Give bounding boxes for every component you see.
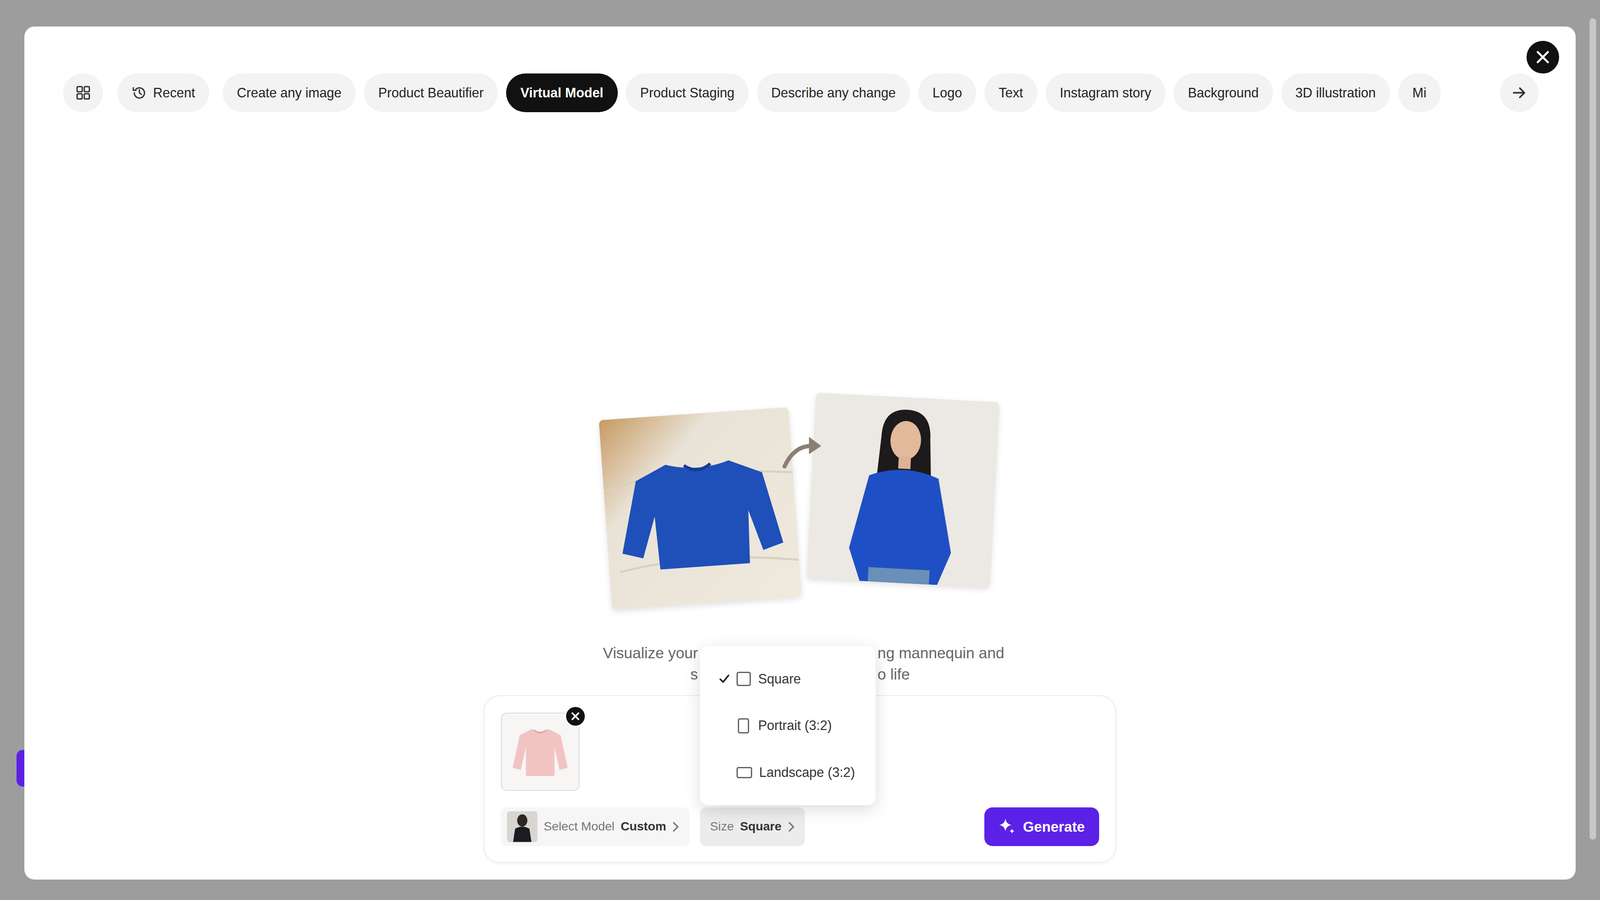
- size-button[interactable]: Size Square: [700, 807, 806, 847]
- tab[interactable]: Recent: [117, 73, 210, 113]
- transform-arrow: [780, 431, 828, 473]
- main-area: Visualize your ng mannequin and s o life Se…: [24, 112, 1576, 880]
- model-label: Select Model: [543, 817, 615, 836]
- tab-label: Describe any change: [771, 83, 897, 104]
- size-option-label: Square: [758, 669, 801, 690]
- tab-label: Product Beautifier: [378, 83, 484, 104]
- chevron-right-icon: [672, 821, 680, 832]
- scrollbar-thumb[interactable]: [1589, 18, 1596, 840]
- prompt-area: Select Model Custom Size Square Generate Squ…: [483, 695, 1117, 864]
- size-option-label: Portrait (3:2): [758, 715, 833, 736]
- close-icon: [1535, 50, 1550, 65]
- size-option-label: Landscape (3:2): [759, 762, 855, 783]
- tab[interactable]: Create any image: [222, 73, 356, 113]
- size-value: Square: [740, 817, 782, 836]
- sweater-on-bed-icon: [598, 407, 802, 610]
- tab[interactable]: Instagram story: [1045, 73, 1166, 113]
- sweater-photo: [598, 407, 802, 610]
- description-text: ng mannequin and: [877, 642, 1117, 664]
- arrow-right-icon: [1512, 85, 1527, 100]
- grid-button[interactable]: [63, 73, 104, 113]
- square-shape-icon: [736, 671, 751, 687]
- generate-button[interactable]: Generate: [984, 807, 1100, 847]
- curved-arrow-icon: [780, 431, 828, 473]
- scrollbar[interactable]: [1587, 3, 1598, 896]
- history-icon: [131, 85, 147, 101]
- sparkle-icon-svg: [998, 817, 1016, 836]
- prompt-toolbar: Select Model Custom Size Square Generate: [500, 807, 1100, 847]
- tab-fade: [1453, 73, 1539, 113]
- portrait-shape-icon: [737, 718, 750, 734]
- remove-image-button[interactable]: [564, 705, 587, 728]
- tab-bar: Recent Create any image Product Beautifier…: [63, 73, 1539, 113]
- uploaded-image[interactable]: [500, 712, 580, 792]
- check-icon-svg: [718, 672, 731, 685]
- description-text: Visualize your: [483, 642, 698, 664]
- tab-label: Logo: [932, 83, 963, 104]
- pink-sweater-icon: [509, 720, 571, 783]
- chevron-right-icon-svg: [672, 821, 680, 832]
- hero-illustration: [605, 395, 996, 618]
- woman-in-sweater-icon: [806, 392, 1000, 588]
- size-option[interactable]: Square: [700, 655, 876, 703]
- description-text: o life: [877, 663, 1117, 685]
- size-option[interactable]: Portrait (3:2): [700, 702, 876, 750]
- tab[interactable]: Text: [984, 73, 1038, 113]
- landscape-shape-icon: [736, 766, 752, 779]
- scroll-right-button[interactable]: [1500, 73, 1539, 113]
- chevron-right-icon-svg: [787, 821, 795, 832]
- check-icon: [718, 672, 731, 685]
- grid-icon-svg: [76, 85, 91, 100]
- tab[interactable]: Virtual Model: [506, 73, 618, 113]
- model-photo: [806, 392, 1000, 588]
- tab[interactable]: Product Staging: [625, 73, 749, 113]
- tab-label: Background: [1187, 83, 1259, 104]
- tab-label: Text: [998, 83, 1024, 104]
- generate-label: Generate: [1023, 816, 1085, 838]
- model-thumbnail: [506, 811, 538, 842]
- select-model-button[interactable]: Select Model Custom: [500, 807, 690, 847]
- tab-label: Recent: [153, 83, 196, 104]
- size-menu: Square Portrait (3:2) Landscape (3:2): [700, 646, 876, 806]
- tab-label: 3D illustration: [1295, 83, 1376, 104]
- history-icon-svg: [131, 85, 147, 101]
- close-button[interactable]: [1526, 40, 1560, 74]
- tab[interactable]: 3D illustration: [1281, 73, 1390, 113]
- tab-label: Virtual Model: [520, 83, 604, 104]
- tab-label: Mi: [1412, 83, 1427, 104]
- description-text: s: [483, 663, 698, 685]
- size-option[interactable]: Landscape (3:2): [700, 749, 876, 797]
- tab-label: Product Staging: [640, 83, 735, 104]
- model-value: Custom: [620, 817, 667, 836]
- sparkle-icon: [998, 817, 1016, 836]
- tab[interactable]: Product Beautifier: [363, 73, 498, 113]
- modal: Recent Create any image Product Beautifier…: [24, 26, 1576, 880]
- tab[interactable]: Describe any change: [756, 73, 910, 113]
- tab[interactable]: Mi: [1398, 73, 1441, 113]
- tab[interactable]: Logo: [918, 73, 977, 113]
- tab-label: Instagram story: [1059, 83, 1151, 104]
- tab-label: Create any image: [236, 83, 342, 104]
- size-label: Size: [710, 817, 734, 836]
- close-icon: [571, 712, 580, 721]
- tab-list: Recent Create any image Product Beautifier…: [63, 73, 1539, 113]
- tab[interactable]: Background: [1173, 73, 1273, 113]
- grid-icon: [76, 85, 91, 100]
- chevron-right-icon: [787, 821, 795, 832]
- model-figure-icon: [506, 811, 538, 842]
